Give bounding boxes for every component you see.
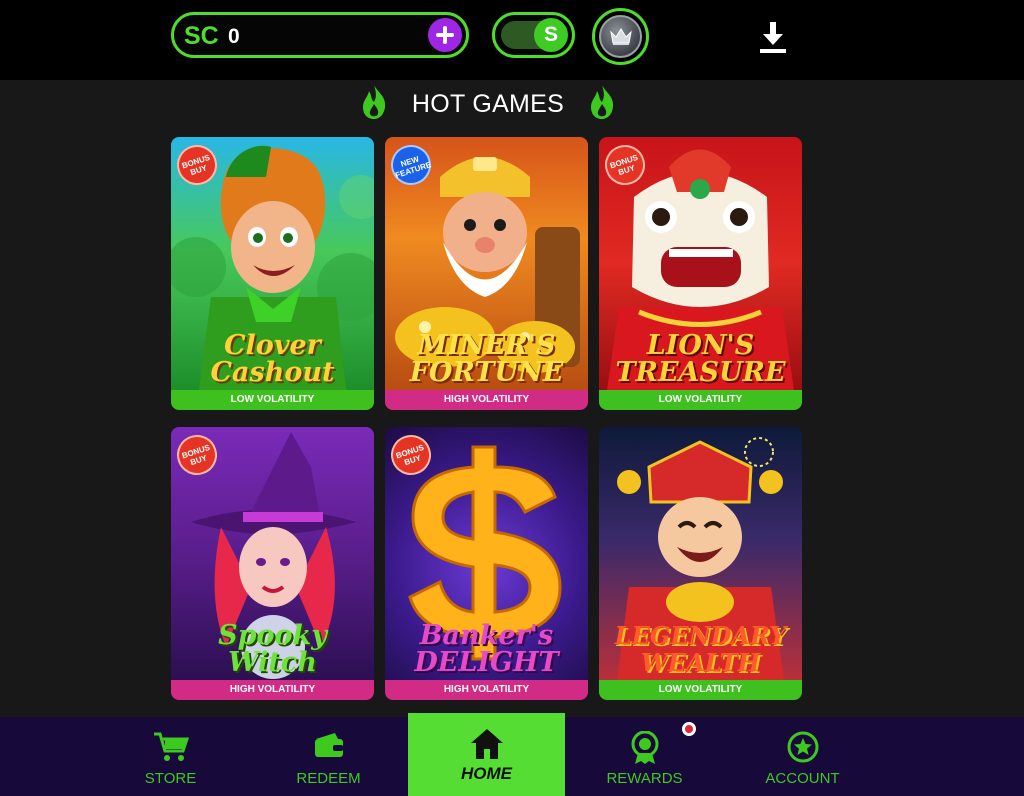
- nav-label: ACCOUNT: [765, 770, 840, 787]
- game-title-line2: WEALTH: [640, 648, 761, 677]
- game-art: LION'S TREASURE BONUS BUY: [599, 137, 802, 390]
- game-card-lions-treasure[interactable]: LION'S TREASURE BONUS BUY LOW VOLATILITY: [599, 137, 802, 410]
- nav-label: STORE: [144, 770, 197, 787]
- wallet-icon: [314, 733, 343, 757]
- toggle-knob: S: [534, 18, 568, 52]
- game-title-line1: Clover: [224, 330, 321, 361]
- toggle-track: S: [501, 18, 568, 52]
- nav-home[interactable]: HOME: [408, 713, 565, 796]
- top-bar: SC 0 S: [0, 0, 1024, 80]
- game-card-clover-cashout[interactable]: Clover Cashout BONUS BUY LOW VOLATILITY: [171, 137, 374, 410]
- game-card-legendary-wealth[interactable]: LEGENDARY WEALTH LOW VOLATILITY: [599, 427, 802, 700]
- currency-label: SC: [184, 22, 219, 50]
- game-title-line1: Banker's: [419, 620, 554, 651]
- game-title-line2: DELIGHT: [414, 647, 559, 678]
- section-title: HOT GAMES: [411, 90, 565, 118]
- volatility-label: HIGH VOLATILITY: [385, 390, 588, 410]
- sc-balance-pill[interactable]: SC 0: [171, 12, 469, 58]
- game-title-line2: Cashout: [210, 357, 335, 388]
- star-icon: [787, 731, 818, 763]
- nav-label: REDEEM: [296, 770, 361, 787]
- game-art: Spooky Witch BONUS BUY: [171, 427, 374, 680]
- crown-icon: [599, 15, 642, 58]
- rewards-notification-dot: [682, 722, 696, 736]
- volatility-label: LOW VOLATILITY: [599, 390, 802, 410]
- plus-icon[interactable]: [428, 18, 462, 52]
- home-icon: [470, 729, 503, 759]
- game-title-line1: Spooky: [218, 620, 327, 651]
- volatility-label: HIGH VOLATILITY: [385, 680, 588, 700]
- vip-button[interactable]: [592, 8, 649, 65]
- game-card-bankers-delight[interactable]: Banker's DELIGHT BONUS BUY HIGH VOLATILI…: [385, 427, 588, 700]
- game-title-line1: MINER'S: [417, 330, 556, 361]
- game-card-miners-fortune[interactable]: MINER'S FORTUNE NEW FEATURE HIGH VOLATIL…: [385, 137, 588, 410]
- game-title-line2: TREASURE: [615, 357, 786, 388]
- game-title-line1: LEGENDARY: [614, 621, 787, 650]
- flame-icon: [591, 85, 614, 119]
- game-art: Clover Cashout BONUS BUY: [171, 137, 374, 390]
- nav-redeem[interactable]: REDEEM: [250, 717, 407, 796]
- cart-icon: [153, 732, 189, 761]
- nav-account[interactable]: ACCOUNT: [724, 717, 881, 796]
- currency-toggle[interactable]: S: [492, 12, 575, 58]
- game-art: MINER'S FORTUNE NEW FEATURE: [385, 137, 588, 390]
- nav-rewards[interactable]: REWARDS: [566, 717, 723, 796]
- hot-games-header: HOT GAMES: [360, 84, 616, 124]
- nav-store[interactable]: STORE: [92, 717, 249, 796]
- nav-label: HOME: [461, 764, 512, 783]
- game-card-spooky-witch[interactable]: Spooky Witch BONUS BUY HIGH VOLATILITY: [171, 427, 374, 700]
- nav-label: REWARDS: [606, 770, 683, 787]
- game-title-line2: Witch: [228, 647, 317, 678]
- game-art: LEGENDARY WEALTH: [599, 427, 802, 680]
- volatility-label: HIGH VOLATILITY: [171, 680, 374, 700]
- game-title-line1: LION'S: [646, 330, 755, 361]
- volatility-label: LOW VOLATILITY: [171, 390, 374, 410]
- volatility-label: LOW VOLATILITY: [599, 680, 802, 700]
- medal-icon: [631, 731, 658, 764]
- download-icon[interactable]: [757, 20, 789, 56]
- game-title-line2: FORTUNE: [409, 357, 564, 388]
- game-art: Banker's DELIGHT BONUS BUY: [385, 427, 588, 680]
- bottom-nav: STORE REDEEM HOME REWARDS ACCOUNT: [0, 713, 1024, 796]
- balance-value: 0: [228, 25, 240, 48]
